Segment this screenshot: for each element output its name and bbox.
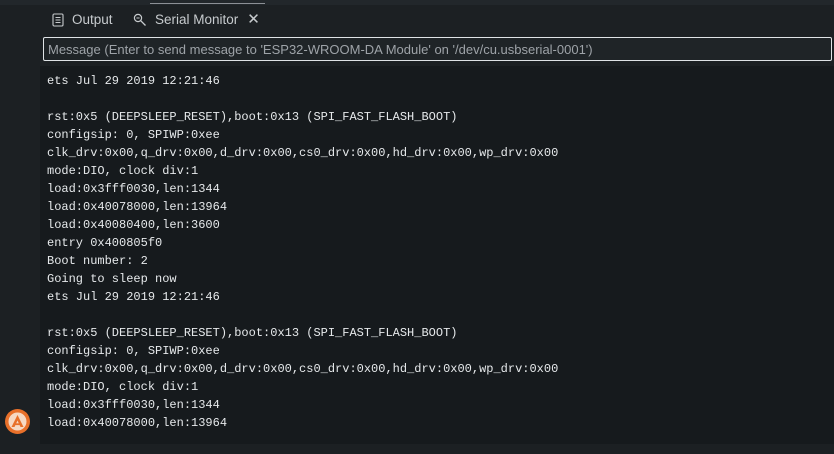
console-line: load:0x40078000,len:13964 xyxy=(47,200,228,214)
tab-serial-monitor-label: Serial Monitor xyxy=(155,12,239,27)
serial-output-console[interactable]: ets Jul 29 2019 12:21:46 rst:0x5 (DEEPSL… xyxy=(40,66,834,444)
console-line: ets Jul 29 2019 12:21:46 xyxy=(47,290,220,304)
console-line: entry 0x400805f0 xyxy=(47,236,163,250)
console-line: configsip: 0, SPIWP:0xee xyxy=(47,128,220,142)
close-icon[interactable]: ✕ xyxy=(247,12,260,27)
console-line: mode:DIO, clock div:1 xyxy=(47,164,199,178)
console-line: Going to sleep now xyxy=(47,272,177,286)
serial-monitor-icon xyxy=(133,13,147,27)
console-line: load:0x3fff0030,len:1344 xyxy=(47,182,220,196)
tab-output[interactable]: Output xyxy=(52,5,113,34)
console-line: configsip: 0, SPIWP:0xee xyxy=(47,344,220,358)
console-lines: ets Jul 29 2019 12:21:46 rst:0x5 (DEEPSL… xyxy=(47,72,558,432)
avatar[interactable] xyxy=(5,409,30,434)
panel-tab-bar: Output Serial Monitor ✕ xyxy=(0,5,834,34)
document-icon xyxy=(52,12,64,27)
message-input[interactable] xyxy=(43,37,832,61)
tab-serial-monitor[interactable]: Serial Monitor ✕ xyxy=(133,5,260,34)
console-line: rst:0x5 (DEEPSLEEP_RESET),boot:0x13 (SPI… xyxy=(47,326,458,340)
console-line: load:0x40080400,len:3600 xyxy=(47,218,220,232)
avatar-icon xyxy=(5,409,30,438)
console-line: Boot number: 2 xyxy=(47,254,148,268)
console-line: load:0x3fff0030,len:1344 xyxy=(47,398,220,412)
console-line: mode:DIO, clock div:1 xyxy=(47,380,199,394)
console-line: load:0x40078000,len:13964 xyxy=(47,416,228,430)
console-line: ets Jul 29 2019 12:21:46 xyxy=(47,74,220,88)
console-line: clk_drv:0x00,q_drv:0x00,d_drv:0x00,cs0_d… xyxy=(47,146,559,160)
console-line: clk_drv:0x00,q_drv:0x00,d_drv:0x00,cs0_d… xyxy=(47,362,559,376)
console-line: rst:0x5 (DEEPSLEEP_RESET),boot:0x13 (SPI… xyxy=(47,110,458,124)
tab-output-label: Output xyxy=(72,12,113,27)
top-strip-indicator xyxy=(150,3,265,4)
